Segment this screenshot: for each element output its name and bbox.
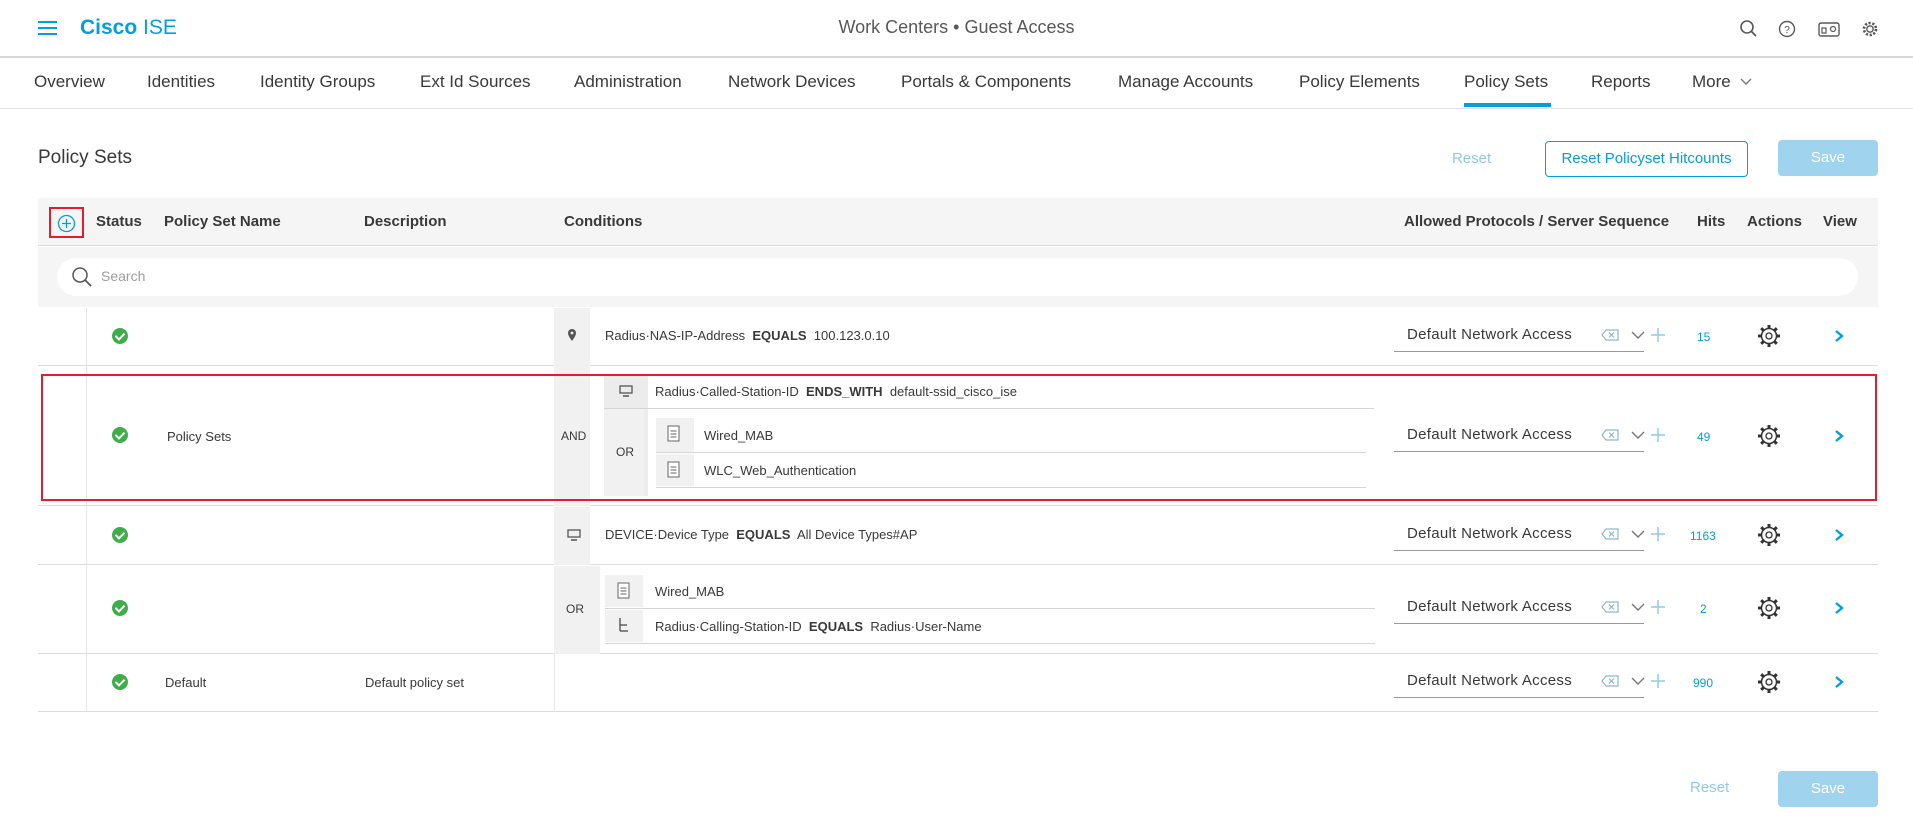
- hit-count[interactable]: 2: [1700, 602, 1707, 616]
- cell-divider: [554, 654, 555, 712]
- status-enabled-icon[interactable]: [112, 328, 128, 344]
- chevron-right-icon[interactable]: [1833, 601, 1845, 615]
- clear-icon[interactable]: [1601, 601, 1619, 613]
- gear-icon[interactable]: [1756, 669, 1782, 695]
- top-bar: Cisco ISE Work Centers • Guest Access ?: [0, 0, 1913, 58]
- tab-reports[interactable]: Reports: [1591, 72, 1651, 92]
- protocol-value: Default Network Access: [1407, 672, 1572, 689]
- chevron-down-icon[interactable]: [1630, 602, 1646, 612]
- device-icon: [567, 529, 581, 541]
- chevron-right-icon[interactable]: [1833, 528, 1845, 542]
- status-enabled-icon[interactable]: [112, 674, 128, 690]
- condition-text[interactable]: Radius·NAS-IP-Address EQUALS 100.123.0.1…: [605, 328, 890, 343]
- chevron-down-icon[interactable]: [1630, 676, 1646, 686]
- policy-set-description[interactable]: Default policy set: [365, 675, 464, 690]
- page-title: Policy Sets: [38, 147, 132, 168]
- status-header: Status: [96, 213, 142, 230]
- tab-portals-components[interactable]: Portals & Components: [901, 72, 1071, 92]
- clear-icon[interactable]: [1601, 675, 1619, 687]
- clear-icon[interactable]: [1601, 329, 1619, 341]
- footer-reset-button[interactable]: Reset: [1690, 779, 1729, 796]
- reset-button[interactable]: Reset: [1452, 150, 1491, 167]
- gear-icon[interactable]: [1756, 522, 1782, 548]
- row-handle[interactable]: [38, 507, 87, 564]
- hit-count[interactable]: 15: [1697, 330, 1710, 344]
- hits-header: Hits: [1697, 213, 1726, 230]
- or-operator: OR: [566, 602, 584, 616]
- divider: [605, 608, 1375, 609]
- row-handle[interactable]: [38, 566, 87, 653]
- dashboard-icon[interactable]: [1817, 18, 1841, 40]
- add-icon[interactable]: [1650, 327, 1666, 343]
- chevron-down-icon[interactable]: [1739, 77, 1753, 87]
- search-icon[interactable]: [1738, 18, 1760, 40]
- row-handle[interactable]: [38, 654, 87, 711]
- protocols-header: Allowed Protocols / Server Sequence: [1404, 213, 1670, 230]
- gear-icon[interactable]: [1756, 323, 1782, 349]
- search-icon: [72, 267, 92, 287]
- description-header: Description: [364, 213, 447, 230]
- protocol-value: Default Network Access: [1407, 525, 1572, 542]
- gear-icon[interactable]: [1756, 595, 1782, 621]
- divider: [605, 643, 1375, 644]
- chevron-down-icon[interactable]: [1630, 529, 1646, 539]
- clear-icon[interactable]: [1601, 528, 1619, 540]
- table-header: Status Policy Set Name Description Condi…: [38, 198, 1878, 246]
- hierarchy-icon: [619, 618, 628, 632]
- chevron-down-icon[interactable]: [1630, 330, 1646, 340]
- add-icon[interactable]: [1650, 673, 1666, 689]
- tab-identity-groups[interactable]: Identity Groups: [260, 72, 375, 92]
- add-circle-icon[interactable]: [57, 214, 76, 233]
- active-tab-indicator: [1464, 103, 1551, 107]
- page-heading: Work Centers • Guest Access: [838, 17, 1075, 37]
- condition-text[interactable]: Radius·Calling-Station-ID EQUALS Radius·…: [655, 619, 982, 634]
- tab-policy-sets[interactable]: Policy Sets: [1464, 72, 1548, 92]
- add-icon[interactable]: [1650, 599, 1666, 615]
- tab-more[interactable]: More: [1692, 72, 1731, 92]
- settings-gear-icon[interactable]: [1859, 18, 1881, 40]
- hit-count[interactable]: 990: [1693, 676, 1713, 690]
- search-placeholder: Search: [101, 268, 146, 284]
- row-handle[interactable]: [38, 308, 87, 365]
- protocol-value: Default Network Access: [1407, 598, 1572, 615]
- highlight-box: [41, 374, 1877, 501]
- tab-manage-accounts[interactable]: Manage Accounts: [1118, 72, 1253, 92]
- tab-overview[interactable]: Overview: [34, 72, 105, 92]
- nav-tabs: Overview Identities Identity Groups Ext …: [0, 60, 1913, 109]
- conditions-header: Conditions: [564, 213, 643, 230]
- svg-text:?: ?: [1784, 25, 1790, 36]
- status-enabled-icon[interactable]: [112, 600, 128, 616]
- tab-identities[interactable]: Identities: [147, 72, 215, 92]
- tab-network-devices[interactable]: Network Devices: [728, 72, 856, 92]
- view-header: View: [1823, 213, 1857, 230]
- help-icon[interactable]: ?: [1776, 18, 1798, 40]
- save-button[interactable]: Save: [1778, 140, 1878, 176]
- search-input[interactable]: [57, 258, 1858, 296]
- condition-text[interactable]: DEVICE·Device Type EQUALS All Device Typ…: [605, 527, 917, 542]
- actions-header: Actions: [1747, 213, 1803, 230]
- hit-count[interactable]: 1163: [1690, 529, 1716, 543]
- policy-set-name[interactable]: Default: [165, 675, 206, 690]
- tab-policy-elements[interactable]: Policy Elements: [1299, 72, 1420, 92]
- location-pin-icon: [568, 329, 576, 341]
- name-header: Policy Set Name: [164, 213, 281, 230]
- document-icon: [617, 582, 630, 599]
- add-icon[interactable]: [1650, 526, 1666, 542]
- chevron-right-icon[interactable]: [1833, 675, 1845, 689]
- footer-save-button[interactable]: Save: [1778, 771, 1878, 807]
- tab-administration[interactable]: Administration: [574, 72, 682, 92]
- reset-policyset-hitcounts-button[interactable]: Reset Policyset Hitcounts: [1545, 141, 1748, 177]
- condition-wired-mab[interactable]: Wired_MAB: [655, 584, 724, 599]
- chevron-right-icon[interactable]: [1833, 329, 1845, 343]
- tab-ext-id-sources[interactable]: Ext Id Sources: [420, 72, 531, 92]
- protocol-value: Default Network Access: [1407, 326, 1572, 343]
- status-enabled-icon[interactable]: [112, 527, 128, 543]
